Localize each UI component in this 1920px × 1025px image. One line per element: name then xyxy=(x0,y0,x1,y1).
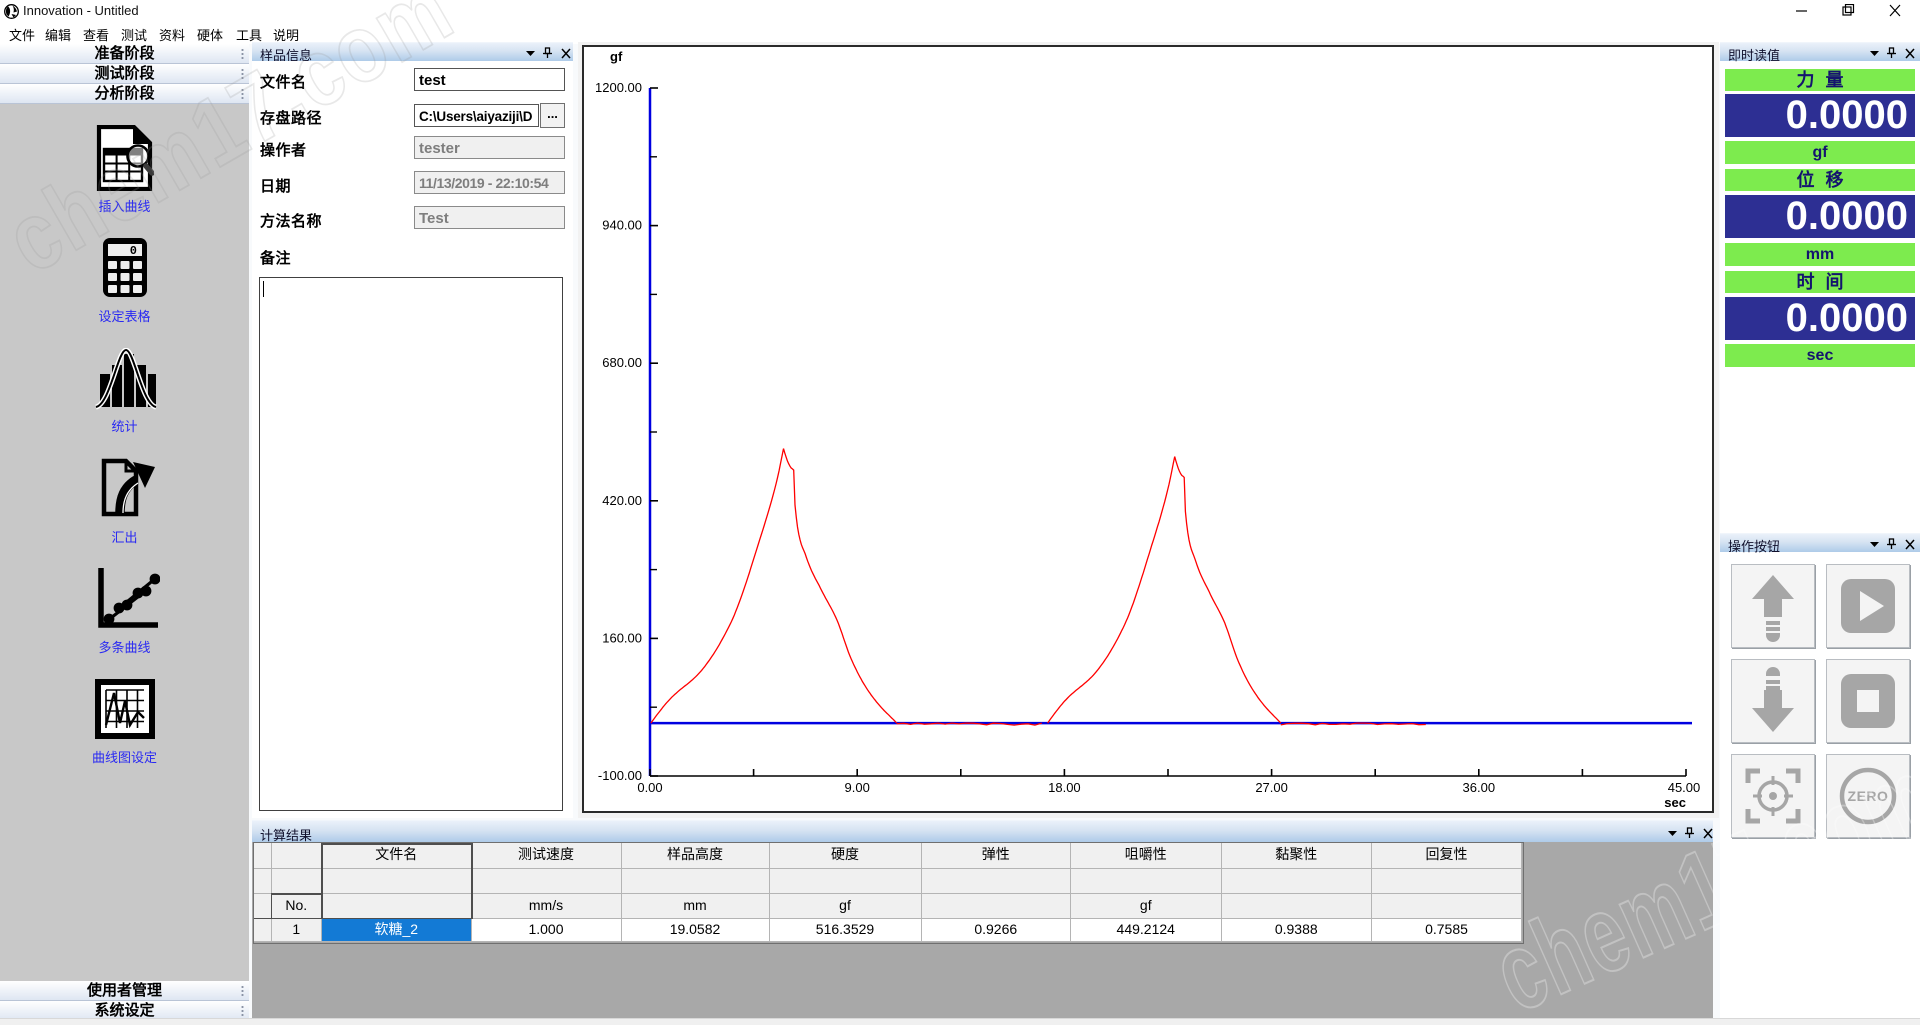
svg-text:0: 0 xyxy=(130,244,137,258)
svg-text:sec: sec xyxy=(1664,795,1686,810)
svg-text:9.00: 9.00 xyxy=(845,780,870,795)
svg-text:940.00: 940.00 xyxy=(602,218,642,233)
svg-text:45.00: 45.00 xyxy=(1668,780,1701,795)
svg-text:27.00: 27.00 xyxy=(1255,780,1288,795)
svg-text:-100.00: -100.00 xyxy=(598,768,642,783)
svg-text:1200.00: 1200.00 xyxy=(595,80,642,95)
svg-text:gf: gf xyxy=(610,49,623,64)
svg-text:680.00: 680.00 xyxy=(602,355,642,370)
svg-text:160.00: 160.00 xyxy=(602,630,642,645)
svg-text:0.00: 0.00 xyxy=(637,780,662,795)
svg-text:36.00: 36.00 xyxy=(1463,780,1496,795)
svg-text:420.00: 420.00 xyxy=(602,493,642,508)
svg-text:18.00: 18.00 xyxy=(1048,780,1081,795)
